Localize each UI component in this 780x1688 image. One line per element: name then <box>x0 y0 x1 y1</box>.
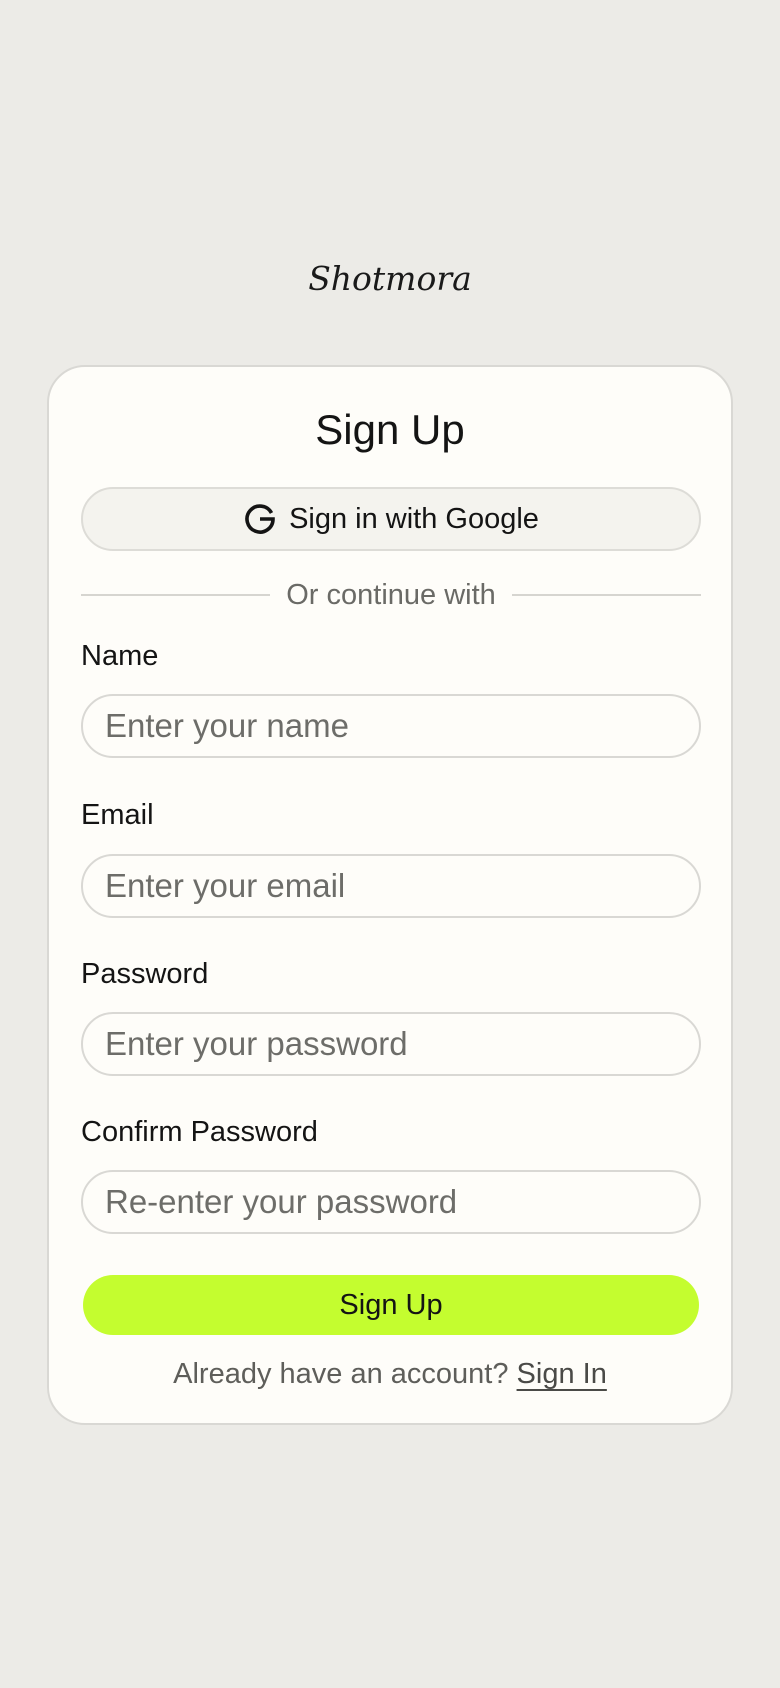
divider-line-left <box>81 594 271 596</box>
divider-line-right <box>511 594 702 596</box>
google-signin-label: Sign in with Google <box>289 502 539 535</box>
divider-text: Or continue with <box>286 578 496 611</box>
signup-button[interactable]: Sign Up <box>83 1275 699 1335</box>
google-signin-button[interactable]: Sign in with Google <box>81 487 701 551</box>
name-input[interactable] <box>81 694 701 758</box>
confirm-password-input[interactable] <box>81 1170 701 1234</box>
brand-logo: Shotmora <box>308 259 472 298</box>
email-input[interactable] <box>81 854 701 918</box>
signin-link[interactable]: Sign In <box>517 1358 607 1390</box>
password-label: Password <box>81 958 209 990</box>
confirm-password-label: Confirm Password <box>81 1116 318 1148</box>
signin-prompt-text: Already have an account? <box>173 1358 509 1390</box>
signup-card: Sign Up Sign in with Google Or continue … <box>47 365 733 1425</box>
signin-prompt: Already have an account? Sign In <box>49 1357 731 1392</box>
password-input[interactable] <box>81 1012 701 1076</box>
or-divider: Or continue with <box>81 577 702 613</box>
google-g-icon <box>243 502 277 536</box>
name-label: Name <box>81 640 159 672</box>
email-label: Email <box>81 799 154 831</box>
page-title: Sign Up <box>315 406 465 453</box>
